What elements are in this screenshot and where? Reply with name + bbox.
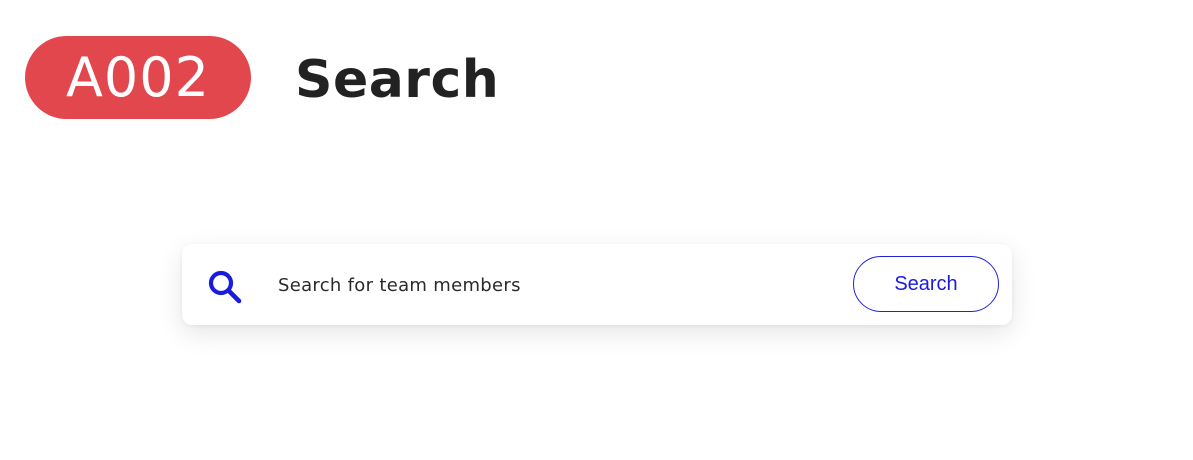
search-icon	[208, 270, 242, 304]
search-bar: Search	[182, 244, 1012, 325]
search-button[interactable]: Search	[853, 256, 999, 312]
search-input[interactable]	[278, 264, 838, 306]
page-title: Search	[295, 50, 500, 110]
screen-id-badge: A002	[25, 36, 251, 119]
